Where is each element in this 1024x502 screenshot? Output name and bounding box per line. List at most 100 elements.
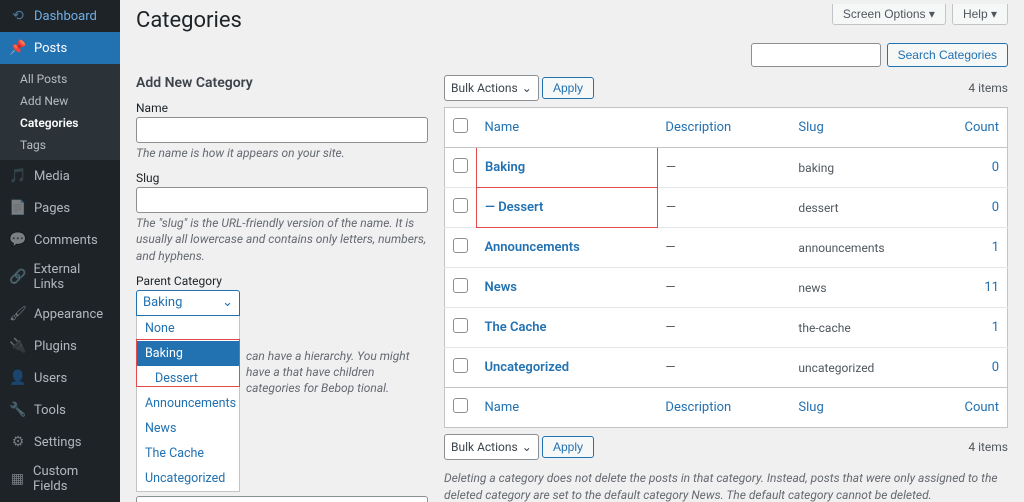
sidebar-item-label: Tools [34,403,66,418]
row-checkbox[interactable] [453,358,468,373]
category-count-link[interactable]: 0 [992,160,999,175]
dropdown-option-baking[interactable]: Baking [137,341,239,366]
select-all-checkbox[interactable] [453,118,468,133]
chevron-down-icon: ⌄ [522,440,532,454]
parent-category-dropdown: None Baking Dessert Announcements News T… [136,316,240,492]
category-count-link[interactable]: 11 [984,280,999,295]
appearance-icon: 🖌 [8,304,28,324]
category-desc: — [657,188,790,228]
submenu-add-new[interactable]: Add New [0,90,120,112]
category-slug: news [790,268,956,308]
category-name-link[interactable]: Announcements [485,240,580,255]
category-desc: — [657,348,790,388]
row-checkbox[interactable] [453,278,468,293]
col-count[interactable]: Count [957,108,1008,148]
col-count-foot[interactable]: Count [957,388,1008,428]
settings-icon: ⚙ [8,432,28,452]
submenu-tags[interactable]: Tags [0,134,120,156]
sidebar-item-settings[interactable]: ⚙ Settings [0,426,120,458]
row-checkbox[interactable] [453,158,468,173]
col-name[interactable]: Name [477,108,658,148]
dropdown-option-none[interactable]: None [137,316,239,341]
delete-notice: Deleting a category does not delete the … [444,470,1008,502]
sidebar-item-label: External Links [33,262,112,292]
apply-button-bottom[interactable]: Apply [542,436,594,458]
category-count-link[interactable]: 1 [992,240,999,255]
items-count: 4 items [968,81,1008,95]
category-name-link[interactable]: News [485,280,517,295]
grid-icon: ▦ [8,469,27,489]
sidebar-item-label: Plugins [34,339,77,354]
submenu-all-posts[interactable]: All Posts [0,68,120,90]
table-row: Announcements —announcements 1 [445,228,1008,268]
categories-table: Name Description Slug Count Baking—bakin… [444,107,1008,428]
row-checkbox[interactable] [453,318,468,333]
search-categories-button[interactable]: Search Categories [887,43,1008,67]
admin-sidebar: ⟲ Dashboard 📌 Posts All Posts Add New Ca… [0,0,120,502]
sidebar-item-users[interactable]: 👤 Users [0,362,120,394]
category-desc: — [657,228,790,268]
col-slug-foot[interactable]: Slug [790,388,956,428]
row-checkbox[interactable] [453,238,468,253]
sidebar-item-tools[interactable]: 🔧 Tools [0,394,120,426]
category-desc: — [657,148,790,188]
col-description[interactable]: Description [657,108,790,148]
dropdown-option-dessert[interactable]: Dessert [137,366,239,391]
dropdown-option-uncategorized[interactable]: Uncategorized [137,466,239,491]
sidebar-item-custom-fields[interactable]: ▦ Custom Fields [0,458,120,500]
category-slug: announcements [790,228,956,268]
category-name-link[interactable]: Uncategorized [485,360,570,375]
sidebar-item-external-links[interactable]: 🔗 External Links [0,256,120,298]
select-all-checkbox-bottom[interactable] [453,398,468,413]
col-slug[interactable]: Slug [790,108,956,148]
sidebar-item-pages[interactable]: 📄 Pages [0,192,120,224]
slug-help: The "slug" is the URL-friendly version o… [136,215,428,264]
parent-label: Parent Category [136,274,428,288]
sidebar-item-media[interactable]: 🎵 Media [0,160,120,192]
search-input[interactable] [751,43,881,67]
bulk-actions-select[interactable]: Bulk Actions ⌄ [444,75,539,101]
dropdown-option-the-cache[interactable]: The Cache [137,441,239,466]
bulk-actions-select-bottom[interactable]: Bulk Actions ⌄ [444,434,539,460]
tool-icon: 🔧 [8,400,28,420]
table-row: Uncategorized—uncategorized0 [445,348,1008,388]
sidebar-item-comments[interactable]: 💬 Comments [0,224,120,256]
parent-category-select[interactable]: Baking ⌄ [136,290,240,316]
slug-label: Slug [136,171,428,185]
dropdown-option-news[interactable]: News [137,416,239,441]
items-count-bottom: 4 items [968,440,1008,454]
dropdown-option-announcements[interactable]: Announcements [137,391,239,416]
category-name-link[interactable]: — Dessert [485,200,543,215]
screen-options-button[interactable]: Screen Options ▾ [832,4,946,25]
sidebar-item-dashboard[interactable]: ⟲ Dashboard [0,0,120,32]
table-row: Baking—baking0 [445,148,1008,188]
add-category-form: Add New Category Name The name is how it… [136,75,428,502]
name-input[interactable] [136,117,428,143]
table-row: News —news 11 [445,268,1008,308]
description-textarea[interactable] [136,496,428,502]
user-icon: 👤 [8,368,28,388]
sidebar-item-appearance[interactable]: 🖌 Appearance [0,298,120,330]
category-desc: — [657,268,790,308]
category-count-link[interactable]: 1 [992,320,999,335]
sidebar-item-posts[interactable]: 📌 Posts [0,32,120,64]
category-count-link[interactable]: 0 [992,360,999,375]
category-name-link[interactable]: Baking [485,160,525,175]
apply-button-top[interactable]: Apply [542,77,594,99]
sidebar-item-label: Settings [34,435,81,450]
sidebar-item-plugins[interactable]: 🔌 Plugins [0,330,120,362]
submenu-categories[interactable]: Categories [0,112,120,134]
row-checkbox[interactable] [453,198,468,213]
name-label: Name [136,101,428,115]
sidebar-item-label: Users [34,371,67,386]
link-icon: 🔗 [8,267,27,287]
col-name-foot[interactable]: Name [477,388,658,428]
slug-input[interactable] [136,187,428,213]
pin-icon: 📌 [8,38,28,58]
category-name-link[interactable]: The Cache [485,320,547,335]
page-title: Categories [136,4,242,43]
category-count-link[interactable]: 0 [992,200,999,215]
chevron-down-icon: ⌄ [222,295,233,310]
help-button[interactable]: Help ▾ [952,4,1008,25]
col-description-foot[interactable]: Description [657,388,790,428]
